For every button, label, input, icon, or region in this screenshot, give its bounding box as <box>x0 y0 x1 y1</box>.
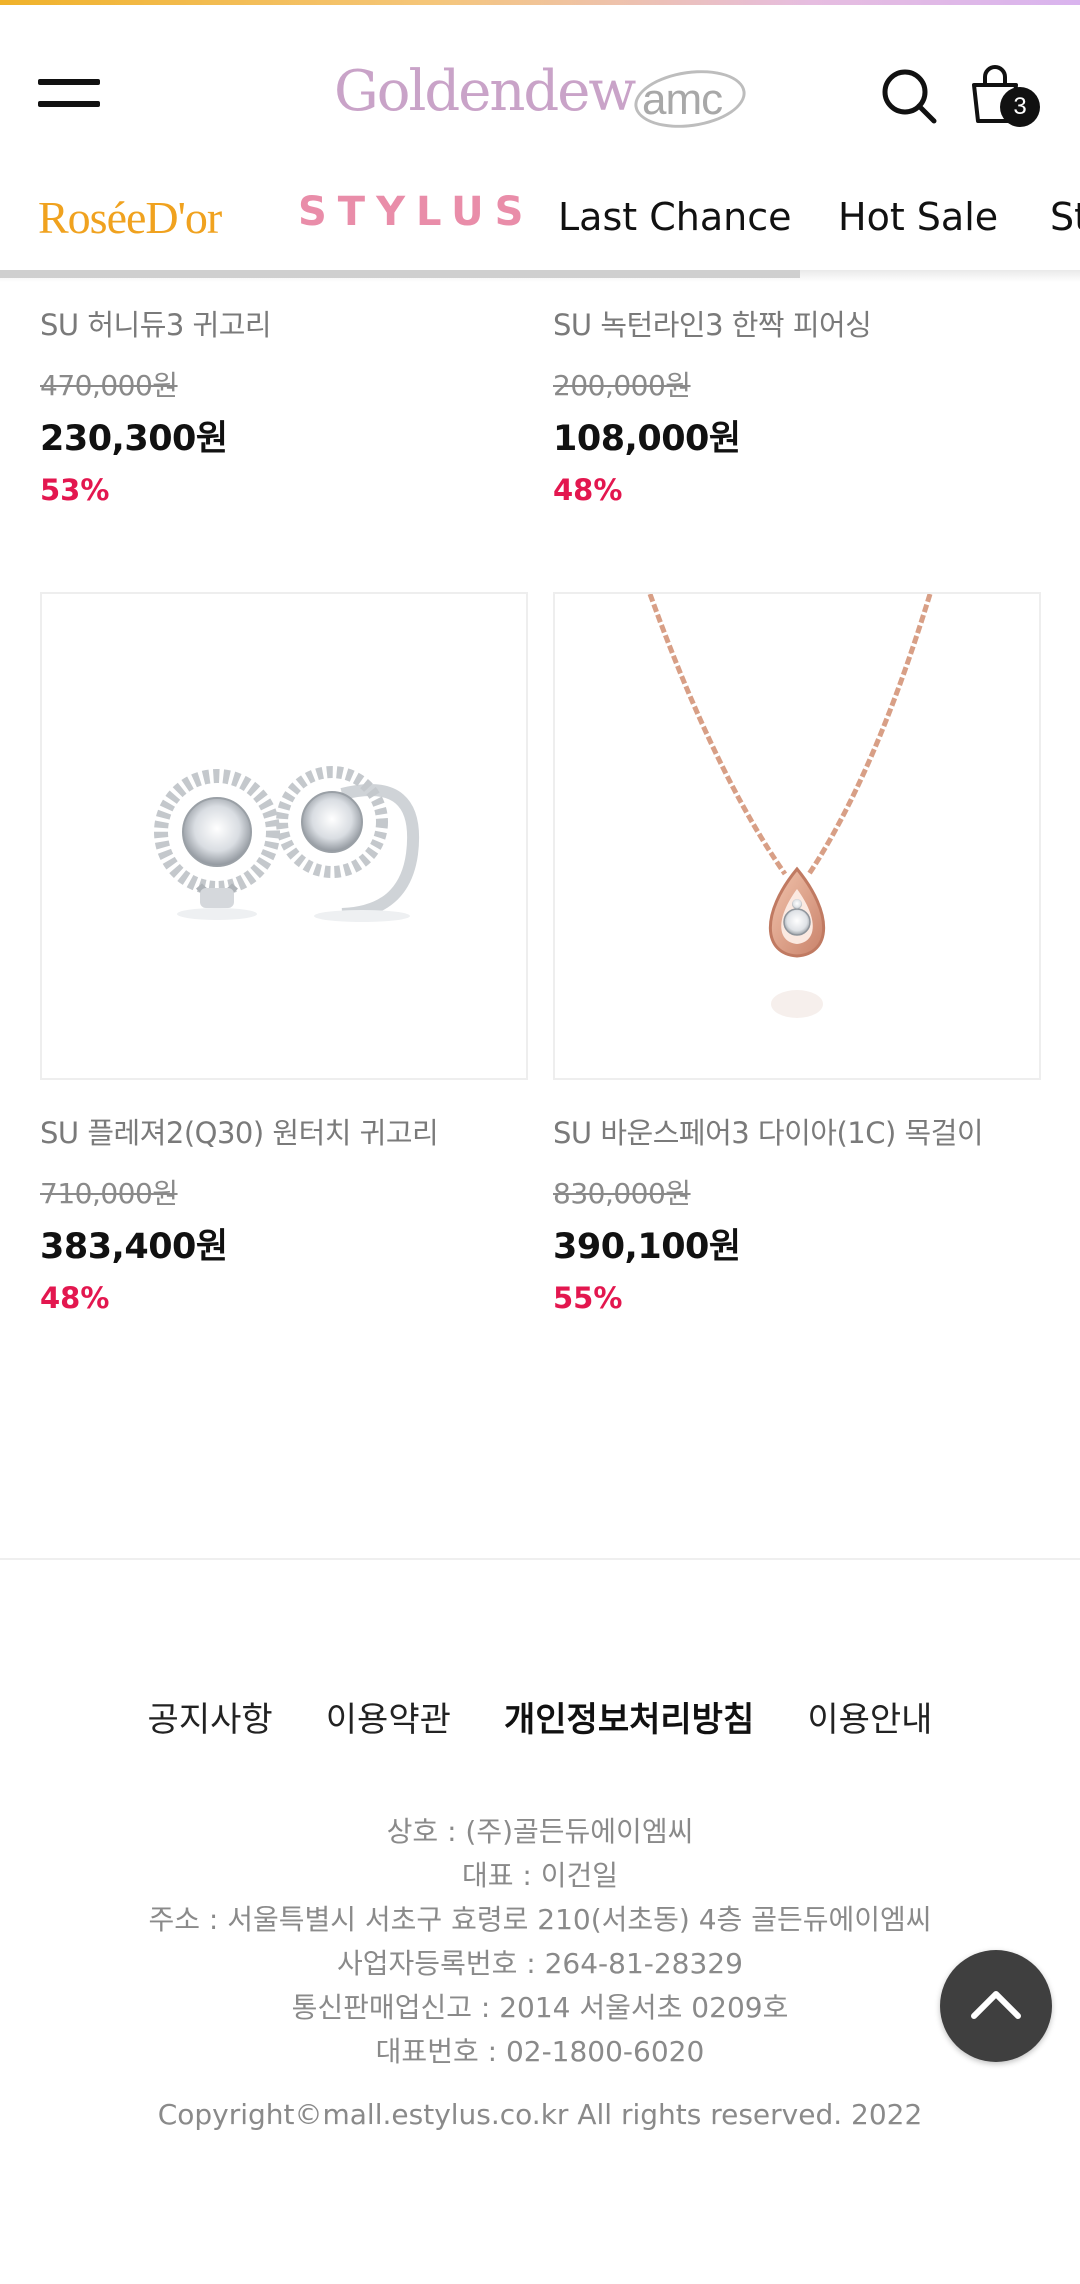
category-more[interactable]: St <box>1050 195 1080 239</box>
scroll-to-top-button[interactable] <box>940 1950 1052 2062</box>
product-price: 383,400원 <box>40 1227 228 1267</box>
product-card[interactable]: SU 허니듀3 귀고리 470,000원 230,300원 53% <box>40 302 528 507</box>
product-card[interactable]: SU 플레져2(Q30) 원터치 귀고리 710,000원 383,400원 4… <box>40 1110 528 1315</box>
category-nav: RoséeD'or STYLUS Last Chance Hot Sale St <box>0 175 1080 270</box>
company-mail-order-number: 통신판매업신고 : 2014 서울서초 0209호 <box>291 1991 789 2024</box>
logo-text: Goldendew <box>334 59 636 124</box>
category-hot-sale[interactable]: Hot Sale <box>838 195 998 239</box>
category-rosee-dor[interactable]: RoséeD'or <box>38 191 222 244</box>
product-original-price: 470,000원 <box>40 369 178 402</box>
company-ceo: 대표 : 이건일 <box>461 1859 619 1892</box>
footer-divider <box>0 1558 1080 1560</box>
product-price: 390,100원 <box>553 1227 741 1267</box>
company-info: 상호 : (주)골든듀에이엠씨 대표 : 이건일 주소 : 서울특별시 서초구 … <box>0 1810 1080 2074</box>
product-discount: 48% <box>40 1281 110 1315</box>
company-business-number: 사업자등록번호 : 264-81-28329 <box>337 1947 743 1980</box>
brand-logo[interactable]: Goldendew amc <box>334 53 754 143</box>
product-price: 230,300원 <box>40 419 228 459</box>
product-name[interactable]: SU 바운스페어3 다이아(1C) 목걸이 <box>553 1110 1041 1152</box>
logo-amc-text: amc <box>642 75 723 124</box>
nav-scroll-indicator[interactable] <box>0 270 800 278</box>
product-image-necklace[interactable] <box>553 592 1041 1080</box>
product-price: 108,000원 <box>553 419 741 459</box>
search-icon[interactable] <box>880 67 938 125</box>
company-name: 상호 : (주)골든듀에이엠씨 <box>386 1815 694 1848</box>
footer-link-guide[interactable]: 이용안내 <box>807 1692 932 1741</box>
copyright: Copyright©mall.estylus.co.kr All rights … <box>157 2098 923 2131</box>
product-image-earrings[interactable] <box>40 592 528 1080</box>
product-card[interactable]: SU 바운스페어3 다이아(1C) 목걸이 830,000원 390,100원 … <box>553 1110 1041 1315</box>
company-address: 주소 : 서울특별시 서초구 효령로 210(서초동) 4층 골든듀에이엠씨 <box>148 1903 932 1936</box>
footer-links: 공지사항 이용약관 개인정보처리방침 이용안내 <box>0 1692 1080 1741</box>
product-name[interactable]: SU 허니듀3 귀고리 <box>40 302 528 344</box>
footer-link-notice[interactable]: 공지사항 <box>148 1692 273 1741</box>
header: Goldendew amc 3 <box>0 5 1080 175</box>
hamburger-menu-icon[interactable] <box>38 73 100 113</box>
cart-count-badge: 3 <box>1000 87 1040 127</box>
footer-link-privacy[interactable]: 개인정보처리방침 <box>504 1692 754 1741</box>
product-name[interactable]: SU 녹턴라인3 한짝 피어싱 <box>553 302 1041 344</box>
product-original-price: 200,000원 <box>553 369 691 402</box>
product-name[interactable]: SU 플레져2(Q30) 원터치 귀고리 <box>40 1110 528 1152</box>
product-original-price: 830,000원 <box>553 1177 691 1210</box>
company-phone: 대표번호 : 02-1800-6020 <box>375 2035 705 2068</box>
category-stylus[interactable]: STYLUS <box>298 189 534 235</box>
product-discount: 48% <box>553 473 623 507</box>
product-discount: 55% <box>553 1281 623 1315</box>
product-card[interactable]: SU 녹턴라인3 한짝 피어싱 200,000원 108,000원 48% <box>553 302 1041 507</box>
product-original-price: 710,000원 <box>40 1177 178 1210</box>
category-last-chance[interactable]: Last Chance <box>558 195 792 239</box>
chevron-up-icon <box>971 1991 1021 2019</box>
footer-link-terms[interactable]: 이용약관 <box>326 1692 451 1741</box>
product-discount: 53% <box>40 473 110 507</box>
